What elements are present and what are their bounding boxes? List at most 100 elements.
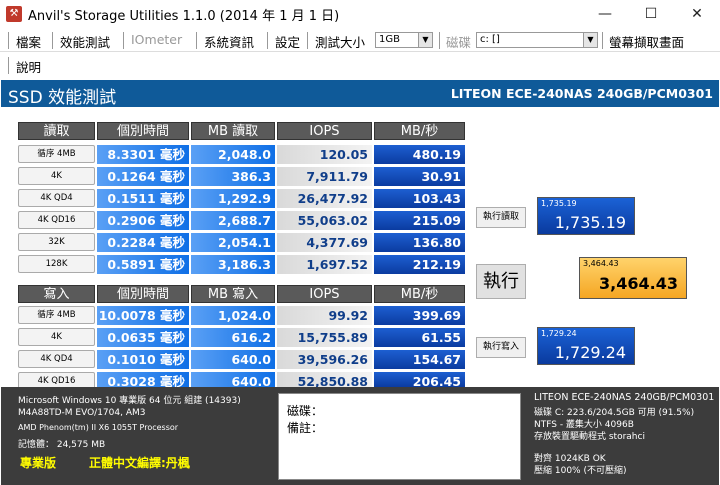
- menu-separator: [602, 32, 603, 49]
- read-mb-value: 386.3: [191, 167, 275, 186]
- menu-iometer[interactable]: IOmeter: [131, 32, 182, 47]
- write-time-value: 10.0078 毫秒: [97, 306, 189, 325]
- read-time-value: 0.2906 毫秒: [97, 211, 189, 230]
- disk-select[interactable]: c: [] ▼: [476, 32, 598, 48]
- total-score-small: 3,464.43: [583, 259, 619, 268]
- read-mb-value: 2,688.7: [191, 211, 275, 230]
- app-icon: ⚒: [6, 6, 22, 22]
- read-iops-value: 7,911.79: [277, 167, 372, 186]
- notes-field[interactable]: 磁碟： 備註：: [278, 393, 521, 480]
- test-size-select[interactable]: 1GB ▼: [375, 32, 433, 48]
- read-row-label[interactable]: 4K QD16: [18, 211, 95, 229]
- read-mbs-value: 30.91: [374, 167, 465, 186]
- read-row-label[interactable]: 32K: [18, 233, 95, 251]
- total-score-value: 3,464.43: [599, 274, 678, 293]
- write-mbs-value: 154.67: [374, 350, 465, 369]
- write-mb-value: 1,024.0: [191, 306, 275, 325]
- write-mbs-value: 61.55: [374, 328, 465, 347]
- menu-separator: [123, 32, 124, 49]
- write-mb-value: 640.0: [191, 372, 275, 389]
- read-time-value: 0.5891 毫秒: [97, 255, 189, 274]
- write-iops-value: 52,850.88: [277, 372, 372, 389]
- write-iops-header: IOPS: [277, 285, 372, 303]
- write-time-header: 個別時間: [97, 285, 189, 303]
- menu-separator: [439, 32, 440, 49]
- read-row-label[interactable]: 4K: [18, 167, 95, 185]
- read-score-small: 1,735.19: [541, 199, 577, 208]
- cpu-info: AMD Phenom(tm) II X6 1055T Processor: [18, 423, 179, 432]
- read-time-value: 0.1511 毫秒: [97, 189, 189, 208]
- write-score-value: 1,729.24: [554, 343, 626, 362]
- run-button[interactable]: 執行: [476, 264, 526, 299]
- read-iops-header: IOPS: [277, 122, 372, 140]
- read-iops-value: 4,377.69: [277, 233, 372, 252]
- write-time-value: 0.0635 毫秒: [97, 328, 189, 347]
- window-title: Anvil's Storage Utilities 1.1.0 (2014 年 …: [28, 9, 340, 24]
- menu-benchmark[interactable]: 效能測試: [60, 32, 110, 51]
- menu-separator: [52, 32, 53, 49]
- read-row-label[interactable]: 4K QD4: [18, 189, 95, 207]
- read-mbs-value: 480.19: [374, 145, 465, 164]
- drive-driver: 存放裝置驅動程式 storahci: [534, 432, 645, 442]
- memory-info: 記憶體： 24,575 MB: [18, 440, 106, 450]
- write-row-label[interactable]: 4K QD4: [18, 350, 95, 368]
- menu-screenshot[interactable]: 螢幕擷取畫面: [609, 32, 684, 51]
- menu-separator: [8, 32, 9, 49]
- write-score-small: 1,729.24: [541, 329, 577, 338]
- write-mbs-value: 399.69: [374, 306, 465, 325]
- chevron-down-icon: ▼: [418, 33, 432, 47]
- total-score-box: 3,464.43 3,464.43: [579, 257, 687, 299]
- write-row-label[interactable]: 循序 4MB: [18, 306, 95, 324]
- title-bar: ⚒ Anvil's Storage Utilities 1.1.0 (2014 …: [0, 0, 720, 28]
- translator-credit: 正體中文編譯:丹楓: [89, 456, 190, 470]
- drive-compression: 壓縮 100% (不可壓縮): [534, 466, 627, 476]
- menu-separator: [8, 57, 9, 74]
- read-score-box: 1,735.19 1,735.19: [537, 197, 635, 235]
- write-row-label[interactable]: 4K: [18, 328, 95, 346]
- run-read-button[interactable]: 執行讀取: [476, 207, 526, 228]
- read-mbs-value: 136.80: [374, 233, 465, 252]
- menu-separator: [196, 32, 197, 49]
- read-mbs-value: 215.09: [374, 211, 465, 230]
- write-time-value: 0.3028 毫秒: [97, 372, 189, 389]
- read-iops-value: 26,477.92: [277, 189, 372, 208]
- read-mb-value: 2,054.1: [191, 233, 275, 252]
- chevron-down-icon: ▼: [583, 33, 597, 47]
- write-time-value: 0.1010 毫秒: [97, 350, 189, 369]
- write-iops-value: 39,596.26: [277, 350, 372, 369]
- drive-model: LITEON ECE-240NAS 240GB/PCM0301: [450, 86, 713, 101]
- read-row-label[interactable]: 128K: [18, 255, 95, 273]
- read-mbs-header: MB/秒: [374, 122, 465, 140]
- read-iops-value: 1,697.52: [277, 255, 372, 274]
- close-button[interactable]: ✕: [674, 0, 720, 28]
- read-time-value: 0.1264 毫秒: [97, 167, 189, 186]
- maximize-button[interactable]: ☐: [628, 0, 674, 28]
- read-time-value: 0.2284 毫秒: [97, 233, 189, 252]
- test-size-value: 1GB: [379, 34, 400, 45]
- edition-link[interactable]: 專業版: [20, 454, 56, 471]
- menu-settings[interactable]: 設定: [275, 32, 300, 51]
- notes-disk-label: 磁碟：: [287, 404, 324, 418]
- menu-help[interactable]: 說明: [16, 57, 41, 76]
- benchmark-header: SSD 效能測試 LITEON ECE-240NAS 240GB/PCM0301: [1, 80, 719, 108]
- read-iops-value: 120.05: [277, 145, 372, 164]
- write-score-box: 1,729.24 1,729.24: [537, 327, 635, 365]
- menu-sysinfo[interactable]: 系統資訊: [204, 32, 254, 51]
- read-iops-value: 55,063.02: [277, 211, 372, 230]
- disk-value: c: []: [480, 34, 500, 45]
- write-header: 寫入: [18, 285, 95, 303]
- test-size-label: 測試大小: [315, 35, 366, 50]
- read-time-value: 8.3301 毫秒: [97, 145, 189, 164]
- read-row-label[interactable]: 循序 4MB: [18, 145, 95, 163]
- menu-file[interactable]: 檔案: [16, 32, 41, 51]
- read-mb-value: 3,186.3: [191, 255, 275, 274]
- os-info: Microsoft Windows 10 專業版 64 位元 組建 (14393…: [18, 396, 241, 406]
- minimize-button[interactable]: —: [582, 0, 628, 28]
- info-panel: Microsoft Windows 10 專業版 64 位元 組建 (14393…: [1, 387, 719, 485]
- notes-comment-label: 備註：: [287, 421, 324, 435]
- write-mb-header: MB 寫入: [191, 285, 275, 303]
- read-mb-value: 1,292.9: [191, 189, 275, 208]
- run-write-button[interactable]: 執行寫入: [476, 337, 526, 358]
- read-mbs-value: 103.43: [374, 189, 465, 208]
- read-mb-header: MB 讀取: [191, 122, 275, 140]
